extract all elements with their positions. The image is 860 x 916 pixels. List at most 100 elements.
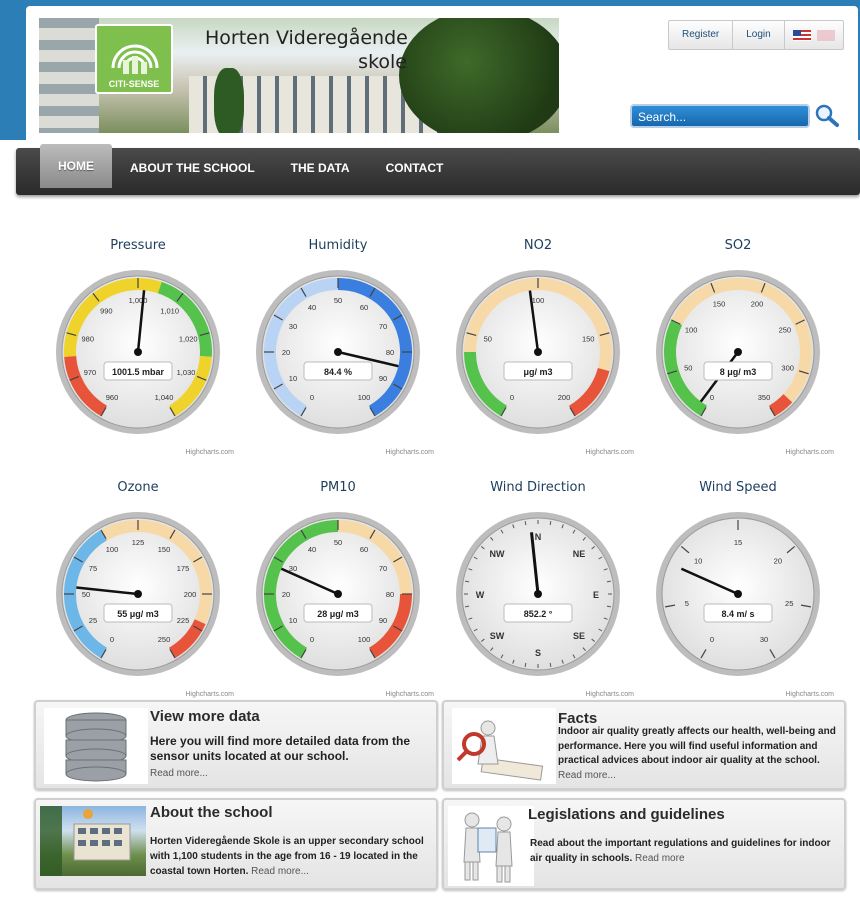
gauge-readout: 84.4 % (324, 367, 352, 377)
gauge-tick-label: 0 (710, 393, 714, 402)
gauge-tick-label: 40 (308, 545, 316, 554)
login-button[interactable]: Login (733, 21, 785, 49)
gauge-so2: SO2 0 50 100 150 200 250 300 350 8 μg/ m3 Highchar… (638, 224, 838, 464)
highcharts-credit[interactable]: Highcharts.com (385, 691, 434, 698)
highcharts-credit[interactable]: Highcharts.com (585, 449, 634, 456)
gauge-tick-label: 60 (360, 545, 368, 554)
gauge-tick-label: 990 (100, 307, 113, 316)
view-data-title[interactable]: View more data (150, 708, 260, 725)
gauge-tick-label: 1,040 (155, 393, 174, 402)
gauge-dial: 0 50 100 150 200 250 300 350 8 μg/ m3 (656, 270, 820, 434)
about-school-card[interactable]: About the school Horten Videregående Sko… (34, 798, 438, 890)
gauge-ozone: Ozone 0 25 50 75 100 125 150 175 200 225 250 55 μg/ … (38, 466, 238, 706)
gauge-tick-label: 25 (785, 599, 793, 608)
auth-bar: Register Login (668, 20, 844, 50)
legislation-title[interactable]: Legislations and guidelines (528, 806, 725, 823)
gauge-tick-label: 10 (289, 616, 297, 625)
site-title-line2: skole (358, 51, 407, 73)
site-title: Horten Videregående skole (205, 26, 425, 74)
highcharts-credit[interactable]: Highcharts.com (385, 449, 434, 456)
database-icon (44, 708, 148, 784)
gauge-hub (534, 590, 542, 598)
gauge-tick-label: 1,030 (177, 368, 196, 377)
view-data-card[interactable]: View more data Here you will find more d… (34, 700, 438, 790)
header-banner: CITI-SENSE Horten Videregående skole (39, 18, 559, 133)
gauge-readout: 28 μg/ m3 (317, 609, 359, 619)
people-figures-icon (448, 806, 534, 886)
gauge-dial: 010203040506070809010028 μg/ m3 (256, 512, 420, 676)
gauge-tick-label: 0 (710, 635, 714, 644)
legislation-card[interactable]: Legislations and guidelines Read about t… (442, 798, 846, 890)
gauge-tick-label: 100 (685, 325, 698, 334)
about-read-more[interactable]: Read more... (251, 866, 309, 877)
compass-label: SW (490, 631, 505, 641)
legislation-read-more[interactable]: Read more (635, 853, 684, 864)
gauge-tick (465, 605, 470, 608)
gauge-dial: 0 5 10 15 20 25 30 8.4 m/ s (656, 512, 820, 676)
page-container: CITI-SENSE Horten Videregående skole Reg… (16, 6, 860, 912)
site-title-line1: Horten Videregående (205, 27, 408, 49)
gauge-tick (606, 605, 611, 608)
gauge-hub (534, 348, 542, 356)
gauge-title: Ozone (117, 480, 159, 495)
main-nav: HOME ABOUT THE SCHOOL THE DATA CONTACT (16, 144, 860, 195)
gauge-tick-label: 200 (184, 590, 197, 599)
gauge-tick (524, 521, 527, 526)
about-text: Horten Videregående Skole is an upper se… (150, 834, 434, 879)
compass-label: E (593, 590, 599, 600)
gauge-tick-label: 50 (334, 296, 342, 305)
magnifier-figure-icon (452, 708, 556, 784)
compass-label: NW (489, 549, 504, 559)
register-button[interactable]: Register (669, 21, 734, 49)
gauge-tick-label: 0 (310, 635, 314, 644)
nav-item-home[interactable]: HOME (40, 144, 112, 188)
compass-label: W (476, 590, 485, 600)
gauge-tick-label: 200 (751, 300, 764, 309)
gauge-dial: N NE E SE S SW W NW 852.2 ° (456, 512, 620, 676)
gauge-tick-label: 20 (774, 557, 782, 566)
highcharts-credit[interactable]: Highcharts.com (785, 691, 834, 698)
gauge-hub (734, 590, 742, 598)
gauge-tick-label: 50 (82, 590, 90, 599)
gauge-tick-label: 90 (379, 616, 387, 625)
gauge-tick-label: 30 (289, 322, 297, 331)
gauge-readout: 8 μg/ m3 (720, 367, 757, 377)
gauge-wind-direction: Wind Direction N NE E SE S SW W NW 852.2 ° Highcha… (438, 466, 638, 706)
gauge-hub (134, 348, 142, 356)
gauge-tick (549, 662, 552, 667)
gauge-tick-label: 250 (158, 635, 171, 644)
nav-item-about-the-school[interactable]: ABOUT THE SCHOOL (112, 148, 273, 195)
search-input[interactable]: Search... (630, 103, 810, 128)
highcharts-credit[interactable]: Highcharts.com (185, 691, 234, 698)
gauge-tick-label: 0 (510, 393, 514, 402)
highcharts-credit[interactable]: Highcharts.com (785, 449, 834, 456)
citi-sense-logo[interactable]: CITI-SENSE (95, 24, 173, 94)
gauge-tick-label: 15 (734, 538, 742, 547)
nav-item-the-data[interactable]: THE DATA (273, 148, 368, 195)
highcharts-credit[interactable]: Highcharts.com (185, 449, 234, 456)
school-photo (40, 806, 146, 876)
flag-us-icon[interactable] (792, 29, 811, 41)
gauge-tick-label: 100 (106, 545, 119, 554)
gauge-tick-label: 75 (89, 564, 97, 573)
gauge-title: Wind Speed (699, 480, 777, 495)
facts-card[interactable]: Facts Indoor air quality greatly affects… (442, 700, 846, 790)
gauge-wind-speed: Wind Speed 0 5 10 15 20 25 30 8.4 m/ s Highcharts… (638, 466, 838, 706)
flag-no-icon[interactable] (816, 29, 835, 41)
gauge-readout: 1001.5 mbar (112, 367, 165, 377)
gauge-no2: NO2 0 50 100 150 200 μg/ m3 Highcharts.com (438, 224, 638, 464)
gauge-tick (549, 521, 552, 526)
highcharts-credit[interactable]: Highcharts.com (585, 691, 634, 698)
about-title[interactable]: About the school (150, 804, 273, 821)
view-data-read-more[interactable]: Read more... (150, 766, 208, 781)
search-icon[interactable] (814, 104, 840, 128)
nav-item-contact[interactable]: CONTACT (368, 148, 462, 195)
gauge-title: PM10 (320, 480, 356, 495)
gauge-title: Humidity (308, 238, 368, 253)
gauge-tick-label: 80 (386, 590, 394, 599)
search-bar: Search... (630, 103, 840, 128)
gauge-tick-label: 225 (177, 616, 190, 625)
gauge-tick-label: 70 (379, 322, 387, 331)
facts-read-more[interactable]: Read more... (558, 770, 616, 781)
gauge-pm10: PM10 0 10 20 30 40 50 60 70 80 90 100 28 μg/ m3 Highc… (238, 466, 438, 706)
